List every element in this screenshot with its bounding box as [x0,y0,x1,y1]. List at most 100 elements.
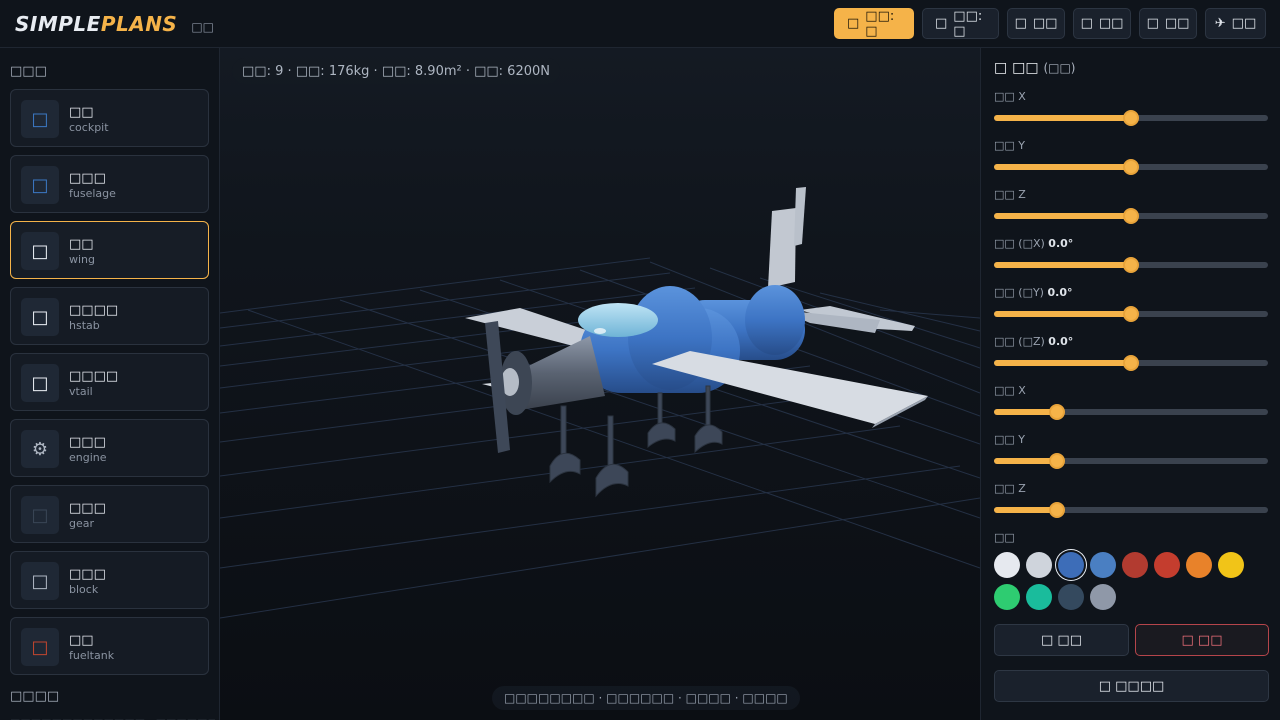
slider-value: 0.0° [1048,237,1074,250]
header-button-2[interactable]: □ □□: □ [922,8,999,39]
color-swatch-4[interactable] [1090,552,1116,578]
toolbar-icon: □ [1014,16,1027,31]
delete-button[interactable]: □ □□ [1135,624,1269,656]
part-name: □□ [69,105,94,120]
header-button-4[interactable]: □ □□ [1073,8,1131,39]
slider-3[interactable] [994,208,1268,224]
plane-scene[interactable] [220,48,980,720]
slider-knob[interactable] [1049,404,1066,420]
slider-fill [994,164,1131,170]
part-name: □□□□ [69,369,119,384]
header-button-3[interactable]: □ □□ [1007,8,1065,39]
toolbar-icon: □ [1146,16,1159,31]
slider-knob[interactable] [1123,257,1139,273]
color-swatch-6[interactable] [1154,552,1180,578]
slider-label: □□ X [994,90,1026,103]
part-id: gear [69,517,95,530]
part-item-fueltank[interactable]: □ □□ fueltank [10,617,209,675]
header-button-label: □□ [1032,16,1058,31]
slider-2[interactable] [994,159,1268,175]
cockpit-icon: □ [21,100,59,138]
slider-knob[interactable] [1123,306,1139,322]
slider-4[interactable] [994,257,1268,273]
slider-label-text: □□ X [994,384,1026,397]
color-swatch-1[interactable] [994,552,1020,578]
slider-label-text: □□ (□Y) [994,286,1044,299]
slider-label: □□ Z [994,188,1026,201]
slider-label-text: □□ Y [994,433,1026,446]
fuselage-icon: □ [21,166,59,204]
slider-knob[interactable] [1123,110,1139,126]
part-name: □□ [69,633,94,648]
plane-model[interactable] [465,187,928,498]
color-swatch-8[interactable] [1218,552,1244,578]
color-swatch-5[interactable] [1122,552,1148,578]
slider-knob[interactable] [1123,159,1139,175]
part-item-gear[interactable]: □ □□□ gear [10,485,209,543]
part-item-hstab[interactable]: □ □□□□ hstab [10,287,209,345]
part-id: vtail [69,385,93,398]
part-id: cockpit [69,121,109,134]
slider-1[interactable] [994,110,1268,126]
header-button-6[interactable]: ✈ □□ [1205,8,1266,39]
slider-label: □□ (□X) 0.0° [994,237,1073,250]
tips-title: □□□□ [10,689,60,704]
part-item-block[interactable]: □ □□□ block [10,551,209,609]
color-swatch-11[interactable] [1058,584,1084,610]
part-item-cockpit[interactable]: □ □□ cockpit [10,89,209,147]
slider-fill [994,213,1131,219]
slider-knob[interactable] [1049,502,1066,518]
part-id: block [69,583,99,596]
header-button-5[interactable]: □ □□ [1139,8,1197,39]
3d-viewport[interactable]: □□: 9 · □□: 176kg · □□: 8.90m² · □□: 620… [220,48,980,720]
slider-5[interactable] [994,306,1268,322]
slider-7[interactable] [994,404,1268,420]
deselect-button[interactable]: □ □□□□ [994,670,1269,702]
hstab-icon: □ [21,298,59,336]
parts-sidebar: □□□ □ □□ cockpit □ □□□ fuselage □ □□ wing □ □□□□ hs… [0,48,220,720]
slider-label: □□ (□Z) 0.0° [994,335,1073,348]
color-swatch-3[interactable] [1058,552,1084,578]
color-swatch-2[interactable] [1026,552,1052,578]
color-swatch-10[interactable] [1026,584,1052,610]
header-toolbar: □ □□: □ □ □□: □ □ □□ □ □□ □ □□ ✈ □□ [834,8,1266,39]
color-swatch-7[interactable] [1186,552,1212,578]
part-item-fuselage[interactable]: □ □□□ fuselage [10,155,209,213]
engine-icon: ⚙ [21,430,59,468]
copy-button[interactable]: □ □□ [994,624,1129,656]
slider-8[interactable] [994,453,1268,469]
part-id: hstab [69,319,100,332]
slider-label-text: □□ (□Z) [994,335,1045,348]
stats-readout: □□: 9 · □□: 176kg · □□: 8.90m² · □□: 620… [232,58,560,84]
part-name: □□□□ [69,303,119,318]
slider-knob[interactable] [1123,355,1139,371]
slider-knob[interactable] [1123,208,1139,224]
slider-fill [994,458,1058,464]
part-item-wing[interactable]: □ □□ wing [10,221,209,279]
header-button-label: □□ [1231,16,1257,31]
slider-9[interactable] [994,502,1268,518]
fueltank-icon: □ [21,628,59,666]
wing-icon: □ [21,232,59,270]
part-id: engine [69,451,107,464]
part-item-vtail[interactable]: □ □□□□ vtail [10,353,209,411]
toolbar-icon: □ [847,16,860,31]
color-swatch-9[interactable] [994,584,1020,610]
part-id: fuselage [69,187,116,200]
header-button-label: □□ [1098,16,1124,31]
part-id: wing [69,253,96,266]
slider-label: □□ X [994,384,1026,397]
color-swatch-12[interactable] [1090,584,1116,610]
slider-label-text: □□ Z [994,188,1026,201]
part-item-engine[interactable]: ⚙ □□□ engine [10,419,209,477]
controls-hint: □□□□□□□□ · □□□□□□ · □□□□ · □□□□ [492,686,800,710]
header-button-label: □□ [1164,16,1190,31]
slider-fill [994,262,1131,268]
slider-6[interactable] [994,355,1268,371]
slider-fill [994,409,1058,415]
app-header: SIMPLEPLANS □□ □ □□: □ □ □□: □ □ □□ □ □□ □ □□ ✈ □□ [0,0,1280,48]
panel-title: □ □□ (□□) [994,60,1076,76]
header-button-1[interactable]: □ □□: □ [834,8,914,39]
slider-value: 0.0° [1047,286,1073,299]
slider-knob[interactable] [1049,453,1066,469]
